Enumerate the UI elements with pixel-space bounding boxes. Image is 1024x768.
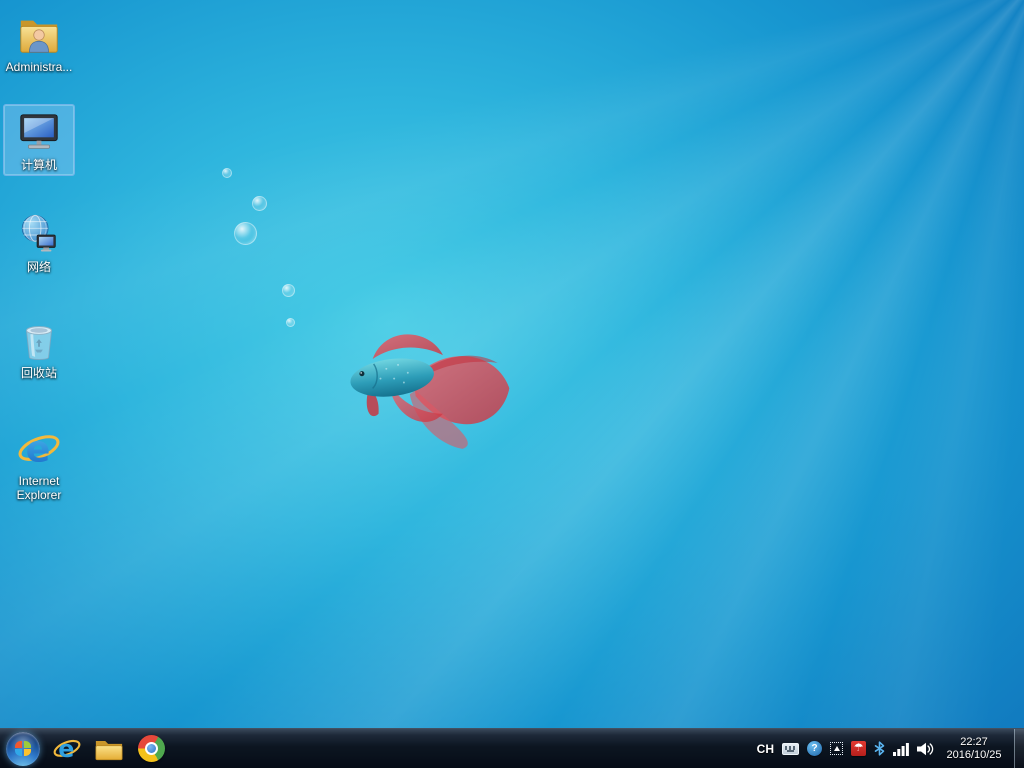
internet-explorer-icon: e (53, 735, 81, 763)
taskbar-chrome-button[interactable] (130, 729, 172, 768)
help-icon[interactable]: ? (807, 741, 822, 756)
recycle-bin-icon (15, 317, 63, 365)
desktop-icon-label: Internet Explorer (16, 474, 62, 502)
bubble (286, 318, 295, 327)
clock-date: 2016/10/25 (946, 748, 1002, 761)
bubble (234, 222, 257, 245)
chrome-icon (137, 735, 165, 762)
avira-icon[interactable]: ☂ (851, 741, 866, 756)
bubble (222, 168, 232, 178)
desktop-icon-computer[interactable]: 计算机 (3, 104, 75, 176)
bluetooth-icon[interactable] (874, 741, 885, 756)
svg-text:e: e (58, 735, 74, 763)
taskbar-internet-explorer-button[interactable]: e (46, 729, 88, 768)
clock-time: 22:27 (960, 735, 988, 748)
desktop-icon-recycle-bin[interactable]: 回收站 (3, 312, 75, 384)
signal-bars-icon[interactable] (893, 742, 909, 756)
desktop-icon-label: 回收站 (20, 366, 57, 380)
desktop-icon-label: Administra... (5, 60, 73, 74)
desktop-icon-administrator[interactable]: Administra... (3, 6, 75, 78)
show-desktop-button[interactable] (1014, 729, 1024, 768)
windows-orb-icon (15, 741, 31, 756)
hidden-icons-icon[interactable] (830, 742, 843, 755)
language-indicator[interactable]: CH (757, 742, 774, 756)
keyboard-icon[interactable] (782, 742, 799, 755)
windows-explorer-folder-icon (95, 740, 123, 760)
volume-icon[interactable] (917, 742, 934, 756)
desktop-icon-label: 网络 (26, 260, 51, 274)
network-icon (15, 211, 63, 259)
taskbar-clock[interactable]: 22:27 2016/10/25 (942, 736, 1006, 762)
bubble (252, 196, 267, 211)
taskbar-windows-explorer-button[interactable] (88, 729, 130, 768)
bubble (282, 284, 295, 297)
system-tray: CH ? ☂ (757, 741, 934, 756)
internet-explorer-icon: e (15, 425, 63, 473)
user-folder-icon (15, 11, 63, 59)
desktop-icon-internet-explorer[interactable]: e Internet Explorer (3, 420, 75, 506)
start-button[interactable] (6, 731, 40, 766)
desktop-icon-label: 计算机 (20, 158, 57, 172)
computer-icon (15, 109, 63, 157)
betta-fish (350, 334, 510, 449)
svg-text:e: e (26, 427, 51, 470)
desktop-icon-network[interactable]: 网络 (3, 206, 75, 278)
taskbar: e CH ? ☂ 22:27 2016/10/25 (0, 728, 1024, 768)
desktop[interactable]: Administra... 计算机 网络 回收站 e Internet Expl… (0, 0, 1024, 768)
